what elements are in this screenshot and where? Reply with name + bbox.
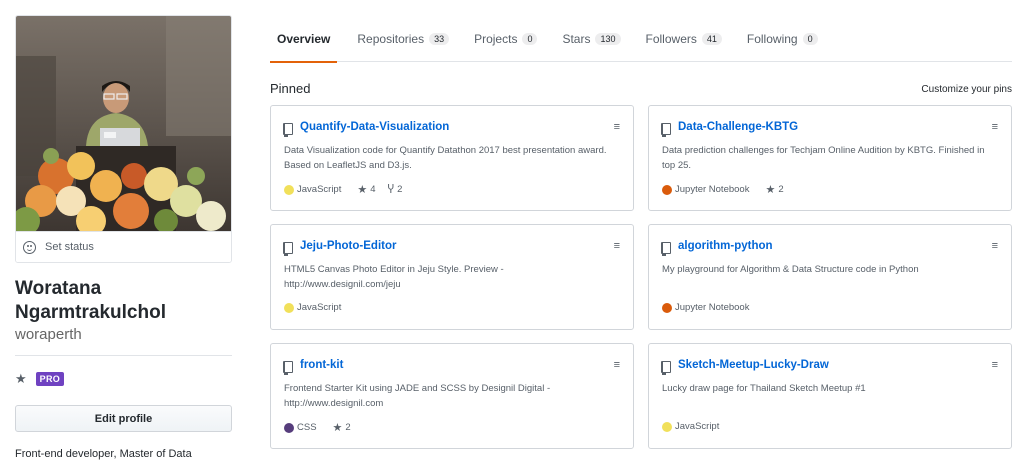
tab-label: Projects (474, 31, 518, 46)
smiley-icon (23, 240, 36, 254)
repo-language: CSS (284, 422, 317, 433)
repo-language: Jupyter Notebook (662, 302, 749, 313)
repo-description: Lucky draw page for Thailand Sketch Meet… (662, 383, 866, 394)
repo-icon (661, 123, 671, 137)
repo-meta: JavaScript (662, 421, 735, 432)
language-color-dot (284, 422, 294, 433)
grabber-icon[interactable]: ≡ (614, 359, 620, 371)
repo-meta: JavaScript ★ 4 Ⴤ 2 (284, 183, 414, 196)
tab-counter: 41 (701, 32, 722, 45)
language-name: JavaScript (297, 302, 342, 313)
grabber-icon[interactable]: ≡ (614, 240, 620, 252)
repo-description: My playground for Algorithm & Data Struc… (662, 264, 919, 275)
customize-pins-link[interactable]: Customize your pins (921, 84, 1012, 95)
grabber-icon[interactable]: ≡ (614, 121, 620, 133)
pinned-repo-card: Data-Challenge-KBTG ≡ Data prediction ch… (648, 105, 1012, 211)
repo-name-link[interactable]: Sketch-Meetup-Lucky-Draw (678, 359, 829, 371)
repo-icon (283, 242, 293, 256)
repo-forks[interactable]: Ⴤ 2 (388, 183, 403, 196)
pro-row: ★ PRO (15, 371, 65, 387)
tab-counter: 130 (595, 32, 621, 45)
profile-tabs: Overview Repositories 33 Projects 0 Star… (270, 15, 1012, 63)
repo-icon (661, 242, 671, 256)
repo-meta: JavaScript (284, 302, 357, 313)
language-name: CSS (297, 422, 317, 433)
repo-meta: CSS ★ 2 (284, 421, 363, 434)
language-name: JavaScript (675, 421, 720, 432)
language-name: Jupyter Notebook (675, 302, 750, 313)
repo-icon (283, 123, 293, 137)
pinned-repo-card: Quantify-Data-Visualization ≡ Data Visua… (270, 105, 634, 211)
tab-label: Followers (645, 31, 697, 46)
tab-label: Stars (562, 31, 591, 46)
tab-counter: 0 (802, 32, 818, 45)
repo-name-link[interactable]: Jeju-Photo-Editor (300, 240, 396, 252)
star-icon: ★ (332, 422, 343, 434)
star-count: 4 (370, 184, 376, 195)
grabber-icon[interactable]: ≡ (992, 240, 998, 252)
fork-icon: Ⴤ (387, 183, 395, 196)
repo-description: Data prediction challenges for Techjam O… (662, 145, 985, 171)
repo-stars[interactable]: ★ 2 (333, 421, 351, 434)
tab-counter: 33 (429, 32, 450, 45)
tab-projects[interactable]: Projects 0 (474, 15, 538, 62)
language-color-dot (662, 184, 672, 195)
repo-description: Frontend Starter Kit using JADE and SCSS… (284, 383, 551, 409)
repo-name-link[interactable]: algorithm-python (678, 240, 773, 252)
pro-badge[interactable]: PRO (35, 372, 65, 386)
edit-profile-button[interactable]: Edit profile (15, 405, 232, 432)
tab-followers[interactable]: Followers 41 (646, 15, 722, 62)
star-count: 2 (345, 422, 351, 433)
language-color-dot (284, 184, 294, 195)
repo-language: Jupyter Notebook (662, 184, 749, 195)
repo-name-link[interactable]: Quantify-Data-Visualization (300, 121, 449, 133)
star-icon: ★ (357, 184, 368, 196)
tab-label: Following (746, 31, 798, 46)
star-icon: ★ (765, 184, 776, 196)
profile-username: woraperth (15, 326, 82, 343)
fork-count: 2 (397, 184, 403, 195)
avatar-container: Set status (15, 15, 232, 263)
pinned-heading: Pinned (270, 81, 311, 96)
repo-stars[interactable]: ★ 2 (765, 183, 783, 196)
tab-stars[interactable]: Stars 130 (562, 15, 621, 62)
tab-counter: 0 (522, 32, 538, 45)
grabber-icon[interactable]: ≡ (992, 121, 998, 133)
avatar[interactable] (16, 16, 231, 231)
pinned-repo-card: front-kit ≡ Frontend Starter Kit using J… (270, 343, 634, 449)
language-name: JavaScript (297, 184, 342, 195)
tab-following[interactable]: Following 0 (747, 15, 818, 62)
language-color-dot (284, 302, 294, 313)
repo-name-link[interactable]: Data-Challenge-KBTG (678, 121, 798, 133)
pinned-repo-card: Sketch-Meetup-Lucky-Draw ≡ Lucky draw pa… (648, 343, 1012, 449)
repo-icon (283, 361, 293, 375)
repo-icon (661, 361, 671, 375)
repo-meta: Jupyter Notebook ★ 2 (662, 183, 796, 196)
divider (15, 355, 232, 356)
repo-description: Data Visualization code for Quantify Dat… (284, 145, 607, 171)
repo-language: JavaScript (284, 184, 341, 195)
star-icon: ★ (15, 371, 27, 386)
repo-description: HTML5 Canvas Photo Editor in Jeju Style.… (284, 264, 504, 290)
pinned-repo-card: Jeju-Photo-Editor ≡ HTML5 Canvas Photo E… (270, 224, 634, 330)
star-count: 2 (778, 184, 784, 195)
repo-language: JavaScript (284, 302, 341, 313)
tab-label: Overview (277, 31, 331, 46)
language-color-dot (662, 421, 672, 432)
set-status-label: Set status (45, 241, 94, 253)
pinned-repo-card: algorithm-python ≡ My playground for Alg… (648, 224, 1012, 330)
language-color-dot (662, 302, 672, 313)
tab-overview[interactable]: Overview (270, 15, 338, 63)
tab-label: Repositories (357, 31, 425, 46)
repo-name-link[interactable]: front-kit (300, 359, 343, 371)
profile-bio: Front-end developer, Master of Data (15, 448, 192, 460)
set-status-button[interactable]: Set status (16, 231, 231, 262)
grabber-icon[interactable]: ≡ (992, 359, 998, 371)
tab-repositories[interactable]: Repositories 33 (357, 15, 450, 62)
repo-language: JavaScript (662, 421, 719, 432)
language-name: Jupyter Notebook (675, 184, 750, 195)
repo-stars[interactable]: ★ 4 (357, 183, 375, 196)
repo-meta: Jupyter Notebook (662, 302, 765, 313)
profile-fullname: Woratana Ngarmtrakulchol (15, 278, 166, 323)
